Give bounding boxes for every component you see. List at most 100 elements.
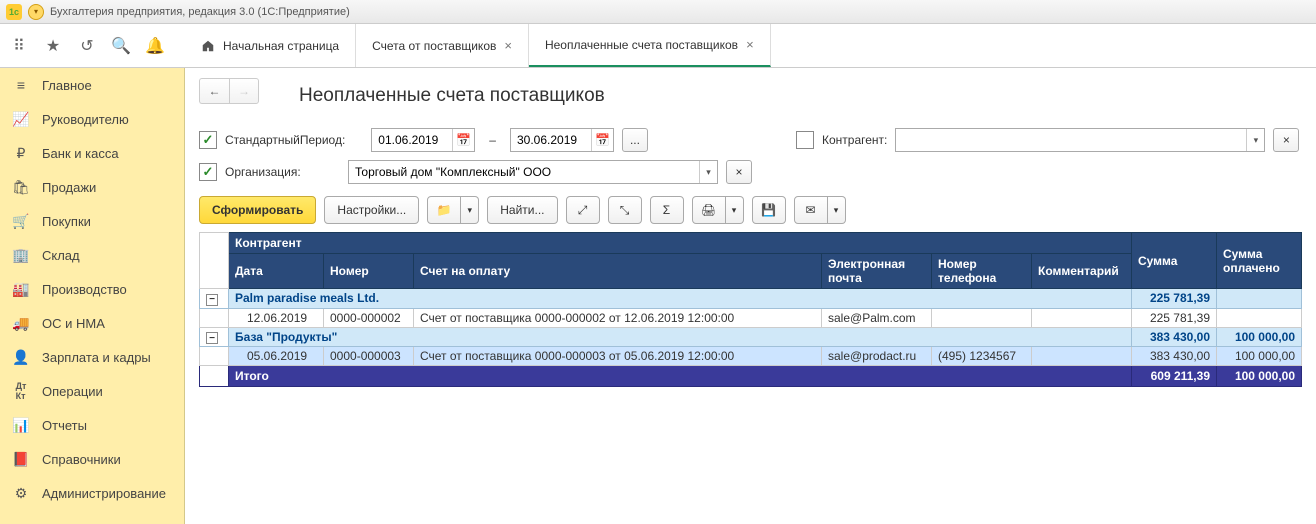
date-to-field[interactable] xyxy=(511,129,591,151)
bell-icon[interactable]: 🔔 xyxy=(146,37,164,55)
email-dropdown[interactable]: ▾ xyxy=(828,196,846,224)
group-expander[interactable]: − xyxy=(206,294,218,306)
sidebar-item-purchases[interactable]: 🛒Покупки xyxy=(0,204,184,238)
titlebar-dropdown[interactable]: ▾ xyxy=(28,4,44,20)
calendar-icon[interactable]: 📅 xyxy=(591,129,613,151)
group2-name: База "Продукты" xyxy=(229,327,1132,347)
tree-column xyxy=(200,233,229,289)
app-icon: 1c xyxy=(6,4,22,20)
table-group-row[interactable]: − Palm paradise meals Ltd. 225 781,39 xyxy=(200,289,1302,309)
date-from-input[interactable]: 📅 xyxy=(371,128,475,152)
settings-button[interactable]: Настройки... xyxy=(324,196,419,224)
period-more-button[interactable]: ... xyxy=(622,128,648,152)
history-icon[interactable]: ↺ xyxy=(78,37,96,55)
cart-icon: 🛒 xyxy=(12,212,30,230)
warehouse-icon: 🏢 xyxy=(12,246,30,264)
tab-invoices[interactable]: Счета от поставщиков × xyxy=(356,24,529,67)
tab-unpaid[interactable]: Неоплаченные счета поставщиков × xyxy=(529,24,771,67)
chevron-down-icon: ▾ xyxy=(732,205,737,216)
find-button[interactable]: Найти... xyxy=(487,196,557,224)
group-expander[interactable]: − xyxy=(206,332,218,344)
sidebar-item-admin[interactable]: ⚙Администрирование xyxy=(0,476,184,510)
chevron-down-icon[interactable]: ▾ xyxy=(699,161,717,183)
sigma-icon: Σ xyxy=(663,203,670,217)
col-paid[interactable]: Сумма оплачено xyxy=(1217,233,1302,289)
print-dropdown[interactable]: ▾ xyxy=(726,196,744,224)
sidebar-item-production[interactable]: 🏭Производство xyxy=(0,272,184,306)
nav-forward-button[interactable]: → xyxy=(229,78,259,104)
person-icon: 👤 xyxy=(12,348,30,366)
counterparty-label: Контрагент: xyxy=(822,133,887,147)
date-to-input[interactable]: 📅 xyxy=(510,128,614,152)
home-icon xyxy=(201,39,215,53)
col-phone[interactable]: Номер телефона xyxy=(932,254,1032,289)
folder-button[interactable]: 📁 xyxy=(427,196,461,224)
counterparty-checkbox[interactable] xyxy=(796,131,814,149)
generate-button[interactable]: Сформировать xyxy=(199,196,316,224)
close-icon[interactable]: × xyxy=(746,37,754,52)
sidebar-item-reports[interactable]: 📊Отчеты xyxy=(0,408,184,442)
truck-icon: 🚚 xyxy=(12,314,30,332)
sidebar-item-bank[interactable]: ₽Банк и касса xyxy=(0,136,184,170)
sidebar-item-operations[interactable]: ДтКтОперации xyxy=(0,374,184,408)
bag-icon: 🛍 xyxy=(12,178,30,196)
col-sum[interactable]: Сумма xyxy=(1132,233,1217,289)
star-icon[interactable]: ★ xyxy=(44,37,62,55)
col-date[interactable]: Дата xyxy=(229,254,324,289)
period-checkbox[interactable] xyxy=(199,131,217,149)
sidebar-item-assets[interactable]: 🚚ОС и НМА xyxy=(0,306,184,340)
total-label: Итого xyxy=(229,366,1132,387)
close-icon[interactable]: × xyxy=(504,38,512,53)
email-button[interactable]: ✉ xyxy=(794,196,828,224)
org-select[interactable]: ▾ xyxy=(348,160,718,184)
dtkt-icon: ДтКт xyxy=(12,382,30,400)
date-from-field[interactable] xyxy=(372,129,452,151)
col-counterparty[interactable]: Контрагент xyxy=(229,233,1132,254)
nav-back-button[interactable]: ← xyxy=(199,78,229,104)
total-sum: 609 211,39 xyxy=(1132,366,1217,387)
expand-button[interactable]: ⤢ xyxy=(566,196,600,224)
factory-icon: 🏭 xyxy=(12,280,30,298)
tab-home[interactable]: Начальная страница xyxy=(185,24,356,67)
counterparty-field[interactable] xyxy=(896,133,1246,147)
total-paid: 100 000,00 xyxy=(1217,366,1302,387)
org-field[interactable] xyxy=(349,165,699,179)
sum-button[interactable]: Σ xyxy=(650,196,684,224)
chevron-down-icon: ▾ xyxy=(468,205,473,216)
search-icon[interactable]: 🔍 xyxy=(112,37,130,55)
folder-dropdown[interactable]: ▾ xyxy=(461,196,479,224)
calendar-icon[interactable]: 📅 xyxy=(452,129,474,151)
table-row[interactable]: 12.06.2019 0000-000002 Счет от поставщик… xyxy=(200,308,1302,327)
save-button[interactable]: 💾 xyxy=(752,196,786,224)
table-group-row[interactable]: − База "Продукты" 383 430,00 100 000,00 xyxy=(200,327,1302,347)
sidebar-item-manager[interactable]: 📈Руководителю xyxy=(0,102,184,136)
email-icon: ✉ xyxy=(805,203,815,217)
date-dash: – xyxy=(483,133,502,147)
sidebar-item-warehouse[interactable]: 🏢Склад xyxy=(0,238,184,272)
chevron-down-icon[interactable]: ▾ xyxy=(1246,129,1264,151)
tab-home-label: Начальная страница xyxy=(223,39,339,53)
org-checkbox[interactable] xyxy=(199,163,217,181)
table-row[interactable]: 05.06.2019 0000-000003 Счет от поставщик… xyxy=(200,347,1302,366)
tab-unpaid-label: Неоплаченные счета поставщиков xyxy=(545,38,738,52)
col-invoice[interactable]: Счет на оплату xyxy=(414,254,822,289)
col-number[interactable]: Номер xyxy=(324,254,414,289)
col-email[interactable]: Электронная почта xyxy=(822,254,932,289)
collapse-button[interactable]: ⤡ xyxy=(608,196,642,224)
sidebar-item-hr[interactable]: 👤Зарплата и кадры xyxy=(0,340,184,374)
org-clear-button[interactable]: × xyxy=(726,160,752,184)
counterparty-select[interactable]: ▾ xyxy=(895,128,1265,152)
menu-icon: ≡ xyxy=(12,76,30,94)
sidebar-item-refs[interactable]: 📕Справочники xyxy=(0,442,184,476)
sidebar-item-sales[interactable]: 🛍Продажи xyxy=(0,170,184,204)
sidebar-item-main[interactable]: ≡Главное xyxy=(0,68,184,102)
group2-paid: 100 000,00 xyxy=(1217,327,1302,347)
sidebar: ≡Главное 📈Руководителю ₽Банк и касса 🛍Пр… xyxy=(0,68,185,524)
tab-invoices-label: Счета от поставщиков xyxy=(372,39,496,53)
titlebar: 1c ▾ Бухгалтерия предприятия, редакция 3… xyxy=(0,0,1316,24)
col-comment[interactable]: Комментарий xyxy=(1032,254,1132,289)
counterparty-clear-button[interactable]: × xyxy=(1273,128,1299,152)
print-button[interactable]: 🖨 xyxy=(692,196,726,224)
bars-icon: 📊 xyxy=(12,416,30,434)
apps-icon[interactable]: ⠿ xyxy=(10,37,28,55)
